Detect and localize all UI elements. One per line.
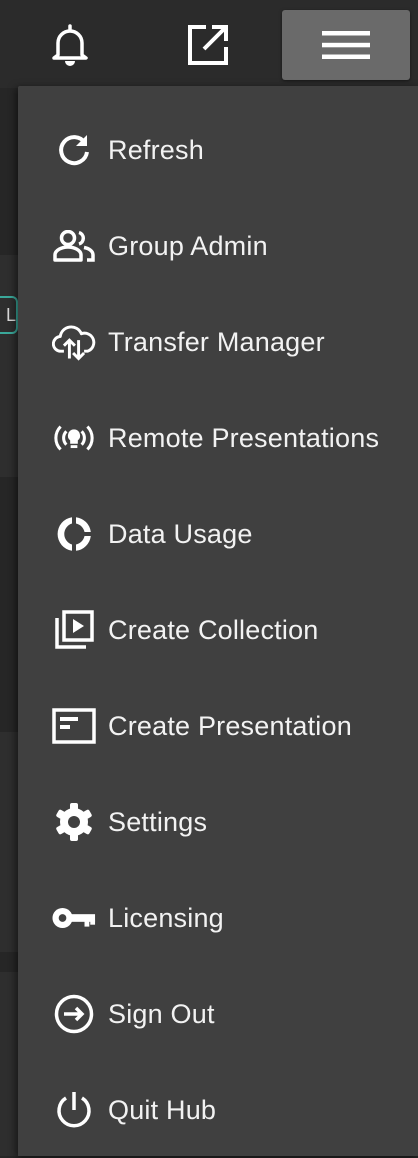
menu-item-label: Settings [108, 806, 208, 837]
menu-item-label: Group Admin [108, 230, 268, 261]
gear-icon [52, 800, 96, 844]
menu-item-label: Data Usage [108, 518, 253, 549]
collection-play-icon [52, 608, 96, 652]
group-icon [52, 224, 96, 268]
sign-out-icon [52, 992, 96, 1036]
menu-item-label: Create Presentation [108, 710, 352, 741]
bell-icon [50, 23, 90, 67]
refresh-icon [52, 128, 96, 172]
menu-item-refresh[interactable]: Refresh [18, 102, 418, 198]
open-external-icon [186, 23, 230, 67]
menu-item-data-usage[interactable]: Data Usage [18, 486, 418, 582]
menu-item-label: Transfer Manager [108, 326, 325, 357]
power-icon [52, 1088, 96, 1132]
broadcast-icon [52, 416, 96, 460]
notifications-button[interactable] [38, 10, 102, 80]
menu-item-label: Create Collection [108, 614, 319, 645]
background-panel [0, 732, 18, 952]
menu-item-label: Quit Hub [108, 1094, 217, 1125]
top-bar [0, 0, 418, 88]
menu-item-remote-presentations[interactable]: Remote Presentations [18, 390, 418, 486]
menu-item-label: Licensing [108, 902, 224, 933]
menu-item-create-collection[interactable]: Create Collection [18, 582, 418, 678]
menu-item-create-presentation[interactable]: Create Presentation [18, 678, 418, 774]
main-menu-button[interactable] [282, 10, 410, 80]
menu-item-label: Refresh [108, 134, 204, 165]
menu-item-transfer-manager[interactable]: Transfer Manager [18, 294, 418, 390]
hamburger-menu-icon [322, 29, 370, 61]
donut-chart-icon [52, 512, 96, 556]
background-panel [0, 255, 18, 477]
presentation-icon [52, 704, 96, 748]
main-dropdown-menu: Refresh Group Admin Transfer Manager Rem… [18, 86, 418, 1156]
background-panel [0, 972, 18, 1156]
menu-item-group-admin[interactable]: Group Admin [18, 198, 418, 294]
background-tag: L [0, 296, 18, 334]
menu-item-label: Sign Out [108, 998, 215, 1029]
menu-item-quit-hub[interactable]: Quit Hub [18, 1062, 418, 1158]
menu-item-settings[interactable]: Settings [18, 774, 418, 870]
menu-item-sign-out[interactable]: Sign Out [18, 966, 418, 1062]
key-icon [52, 896, 96, 940]
cloud-transfer-icon [52, 320, 96, 364]
menu-item-licensing[interactable]: Licensing [18, 870, 418, 966]
open-external-button[interactable] [176, 10, 240, 80]
menu-item-label: Remote Presentations [108, 422, 380, 453]
